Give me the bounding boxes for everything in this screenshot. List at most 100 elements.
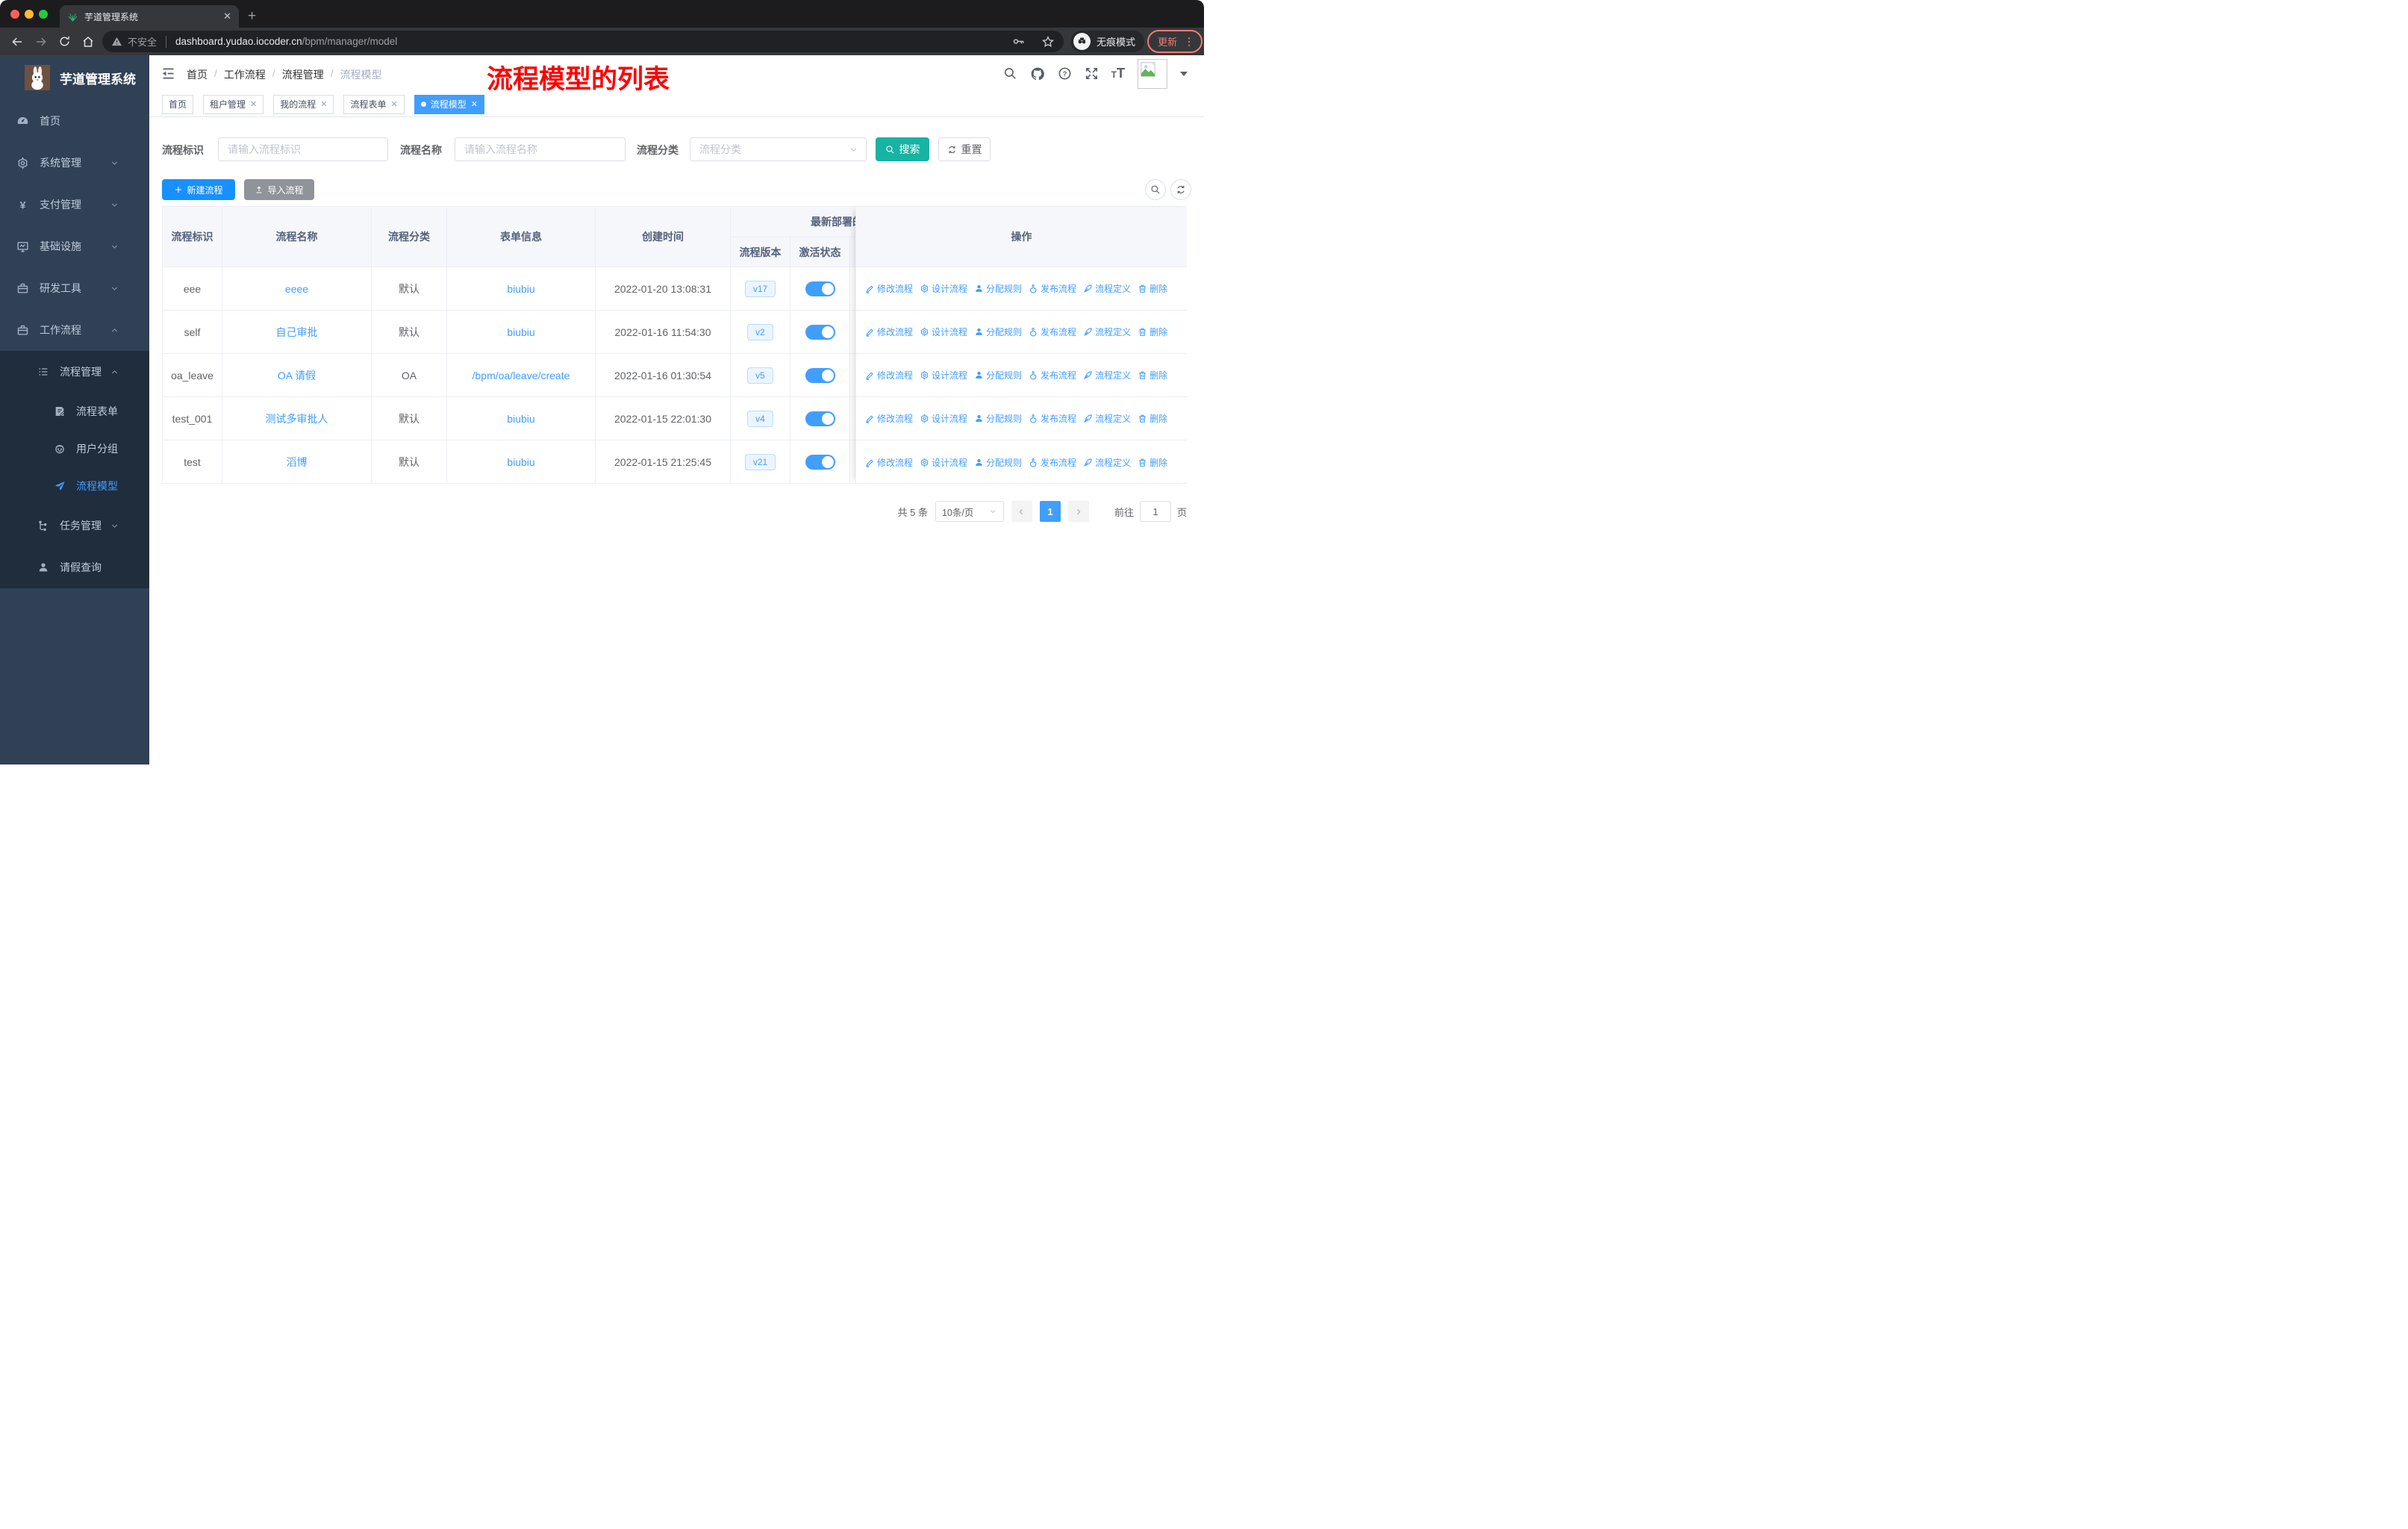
action-publish-process[interactable]: 发布流程 [1029,282,1076,295]
sidebar-item-workflow[interactable]: 工作流程 [0,309,149,351]
sidebar-collapse-icon[interactable] [160,66,176,81]
action-design-process[interactable]: 设计流程 [920,282,967,295]
active-toggle[interactable] [805,367,835,383]
bookmark-star-icon[interactable] [1041,35,1055,49]
browser-tab[interactable]: 芋道管理系统 ✕ [60,5,239,28]
action-assign-rule[interactable]: 分配规则 [974,326,1022,338]
tab-close-icon[interactable]: ✕ [223,10,231,22]
forward-icon[interactable] [34,35,48,49]
breadcrumb-home[interactable]: 首页 [187,67,208,82]
zoom-window-button[interactable] [39,10,48,19]
sidebar-item-user-group[interactable]: 用户分组 [0,430,149,467]
reset-button[interactable]: 重置 [938,137,991,161]
active-toggle[interactable] [805,281,835,296]
sidebar-item-payment[interactable]: 支付管理 [0,184,149,225]
action-delete[interactable]: 删除 [1138,326,1167,338]
home-icon[interactable] [81,35,95,49]
action-process-definition[interactable]: 流程定义 [1083,456,1131,469]
action-process-definition[interactable]: 流程定义 [1083,412,1131,425]
action-design-process[interactable]: 设计流程 [920,326,967,338]
action-edit-process[interactable]: 修改流程 [865,282,913,295]
action-publish-process[interactable]: 发布流程 [1029,412,1076,425]
process-name-link[interactable]: 滔博 [287,455,308,470]
action-design-process[interactable]: 设计流程 [920,456,967,469]
search-icon[interactable] [1003,66,1017,81]
sidebar-item-task-management[interactable]: 任务管理 [0,505,149,546]
sidebar-item-dev-tools[interactable]: 研发工具 [0,267,149,309]
action-assign-rule[interactable]: 分配规则 [974,456,1022,469]
form-info-link[interactable]: biubiu [507,456,534,468]
goto-page-input[interactable] [1139,501,1171,522]
avatar[interactable] [1138,58,1167,89]
form-info-link[interactable]: /bpm/oa/leave/create [472,370,570,382]
form-info-link[interactable]: biubiu [507,283,534,295]
reload-icon[interactable] [58,35,71,48]
sidebar-item-home[interactable]: 首页 [0,100,149,142]
create-process-button[interactable]: 新建流程 [162,179,235,200]
process-name-link[interactable]: 自己审批 [276,325,318,340]
form-info-link[interactable]: biubiu [507,413,534,425]
action-assign-rule[interactable]: 分配规则 [974,412,1022,425]
action-edit-process[interactable]: 修改流程 [865,326,913,338]
breadcrumb-workflow[interactable]: 工作流程 [224,67,266,82]
search-button[interactable]: 搜索 [876,137,929,161]
tag-tenant-management[interactable]: 租户管理 ✕ [203,94,264,114]
show-search-toggle-button[interactable] [1145,179,1166,200]
action-process-definition[interactable]: 流程定义 [1083,282,1131,295]
tag-process-model[interactable]: 流程模型 ✕ [414,94,484,114]
action-publish-process[interactable]: 发布流程 [1029,456,1076,469]
sidebar-item-leave-query[interactable]: 请假查询 [0,546,149,588]
action-edit-process[interactable]: 修改流程 [865,456,913,469]
active-toggle[interactable] [805,411,835,426]
action-process-definition[interactable]: 流程定义 [1083,326,1131,338]
process-name-input[interactable] [455,137,626,161]
caret-down-icon[interactable] [1180,71,1188,76]
action-design-process[interactable]: 设计流程 [920,369,967,382]
close-icon[interactable]: ✕ [471,99,478,109]
breadcrumb-process-management[interactable]: 流程管理 [282,67,324,82]
action-design-process[interactable]: 设计流程 [920,412,967,425]
active-toggle[interactable] [805,324,835,340]
action-delete[interactable]: 删除 [1138,456,1167,469]
browser-menu-dots-icon[interactable] [1183,36,1195,48]
action-delete[interactable]: 删除 [1138,282,1167,295]
close-icon[interactable]: ✕ [320,99,327,109]
process-key-input[interactable] [218,137,388,161]
new-tab-button[interactable]: + [248,7,256,26]
font-size-icon[interactable]: TT [1111,66,1125,81]
sidebar-item-infrastructure[interactable]: 基础设施 [0,225,149,267]
page-size-select[interactable]: 10条/页 [935,501,1004,522]
sidebar-item-process-form[interactable]: 流程表单 [0,393,149,430]
sidebar-logo[interactable]: 芋道管理系统 [0,55,149,100]
close-icon[interactable]: ✕ [391,99,398,109]
import-process-button[interactable]: 导入流程 [244,179,314,200]
address-bar[interactable]: 不安全 dashboard.yudao.iocoder.cn/bpm/manag… [102,31,1064,52]
process-category-select[interactable]: 流程分类 [690,137,867,161]
password-key-icon[interactable] [1012,35,1025,48]
sidebar-item-process-management[interactable]: 流程管理 [0,351,149,393]
close-icon[interactable]: ✕ [250,99,257,109]
action-edit-process[interactable]: 修改流程 [865,369,913,382]
action-assign-rule[interactable]: 分配规则 [974,282,1022,295]
action-delete[interactable]: 删除 [1138,412,1167,425]
form-info-link[interactable]: biubiu [507,326,534,338]
current-page-button[interactable]: 1 [1039,501,1061,522]
process-name-link[interactable]: 测试多审批人 [266,411,328,426]
sidebar-item-process-model[interactable]: 流程模型 [0,467,149,505]
process-name-link[interactable]: OA 请假 [278,368,316,383]
refresh-table-button[interactable] [1170,179,1191,200]
browser-update-button[interactable]: 更新 [1147,30,1203,53]
action-edit-process[interactable]: 修改流程 [865,412,913,425]
action-assign-rule[interactable]: 分配规则 [974,369,1022,382]
close-window-button[interactable] [10,10,19,19]
tag-my-process[interactable]: 我的流程 ✕ [273,94,334,114]
fullscreen-icon[interactable] [1085,66,1099,81]
sidebar-item-system[interactable]: 系统管理 [0,142,149,184]
tag-home[interactable]: 首页 [162,94,194,114]
help-icon[interactable] [1058,66,1072,81]
github-icon[interactable] [1030,66,1045,81]
security-label[interactable]: 不安全 [128,34,157,49]
action-publish-process[interactable]: 发布流程 [1029,326,1076,338]
action-process-definition[interactable]: 流程定义 [1083,369,1131,382]
minimize-window-button[interactable] [25,10,34,19]
